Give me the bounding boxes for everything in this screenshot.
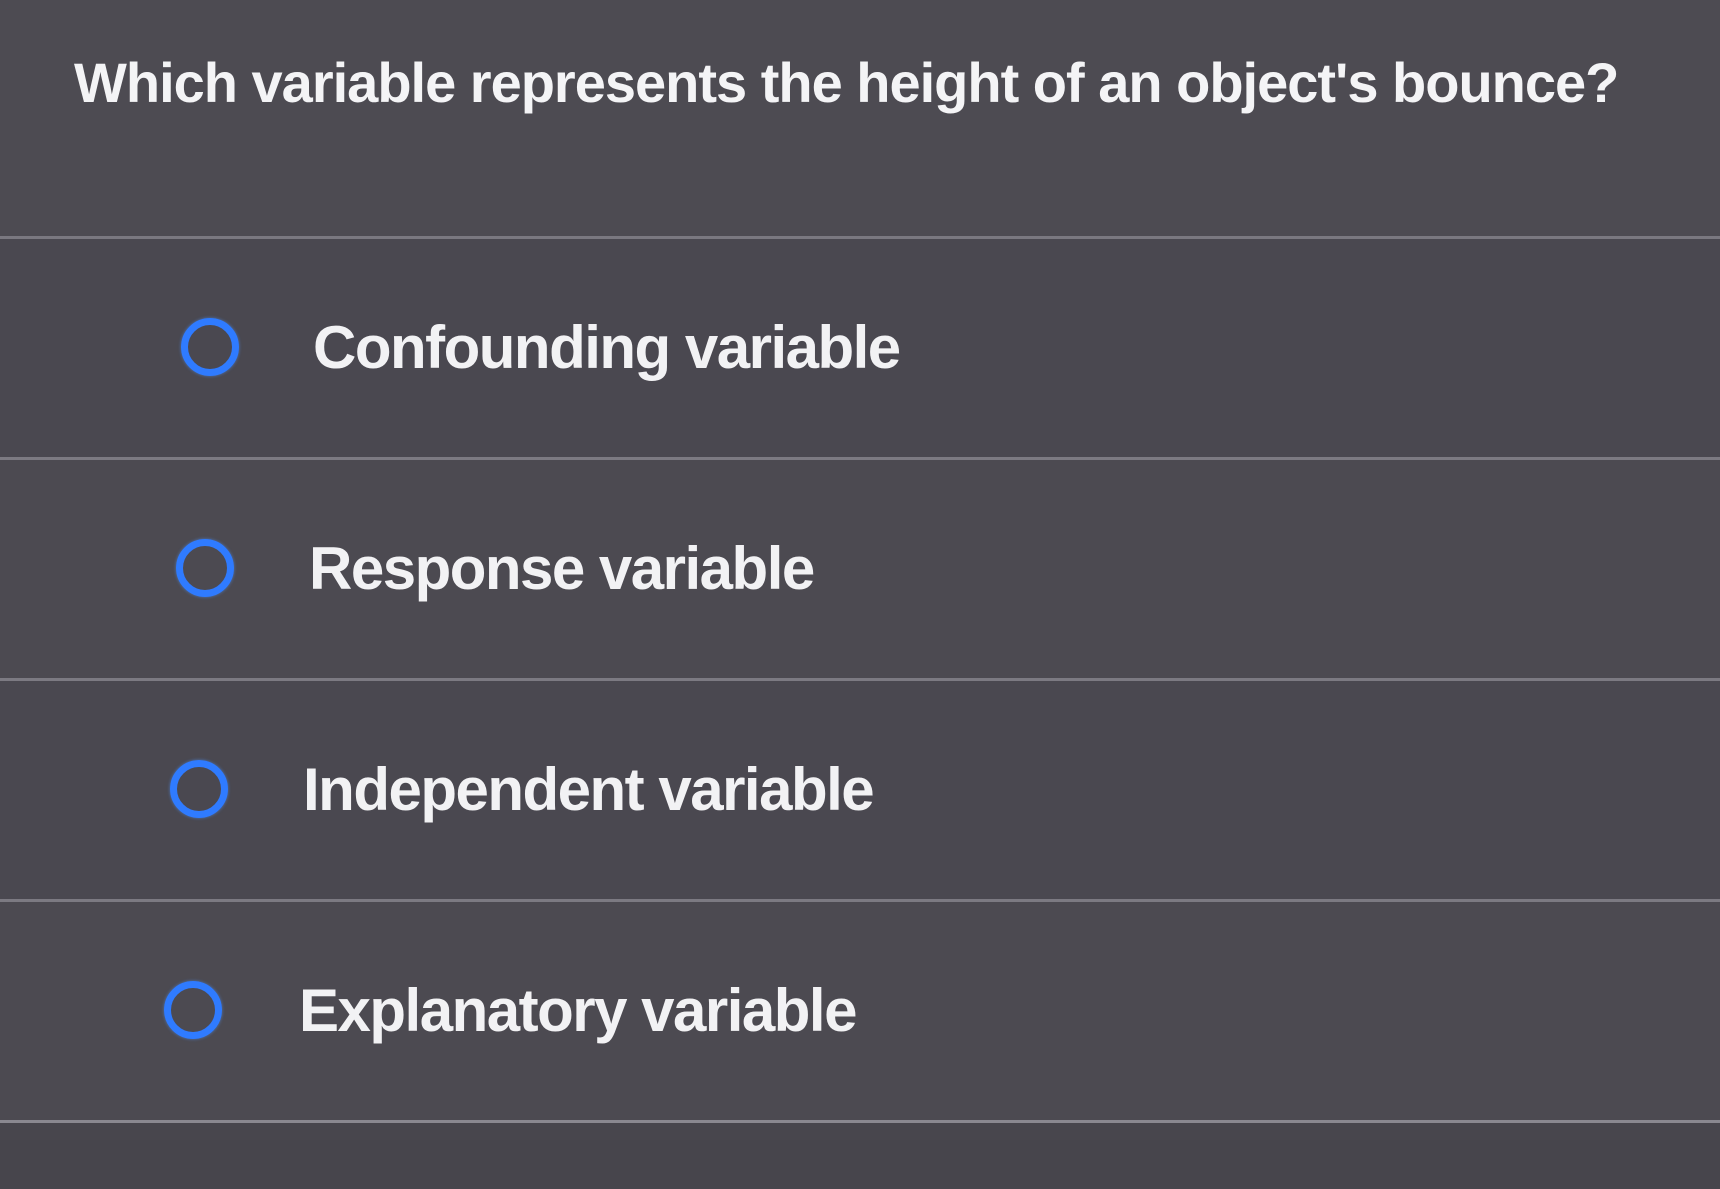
answer-option-confounding[interactable]: Confounding variable	[0, 239, 1720, 460]
answer-options: Confounding variable Response variable I…	[0, 239, 1720, 1123]
radio-unselected-icon[interactable]	[164, 981, 222, 1039]
question-text: Which variable represents the height of …	[74, 51, 1619, 114]
radio-unselected-icon[interactable]	[176, 539, 234, 597]
radio-unselected-icon[interactable]	[181, 318, 239, 376]
quiz-screen: Which variable represents the height of …	[0, 0, 1720, 1189]
answer-label: Explanatory variable	[299, 977, 857, 1044]
bottom-strip	[0, 1140, 1720, 1189]
answer-label: Independent variable	[303, 756, 875, 823]
answer-option-explanatory[interactable]: Explanatory variable	[0, 902, 1720, 1123]
question-area: Which variable represents the height of …	[0, 0, 1720, 239]
answer-label: Confounding variable	[313, 314, 901, 381]
answer-option-independent[interactable]: Independent variable	[0, 681, 1720, 902]
answer-option-response[interactable]: Response variable	[0, 460, 1720, 681]
radio-unselected-icon[interactable]	[170, 760, 228, 818]
answer-label: Response variable	[309, 535, 815, 602]
